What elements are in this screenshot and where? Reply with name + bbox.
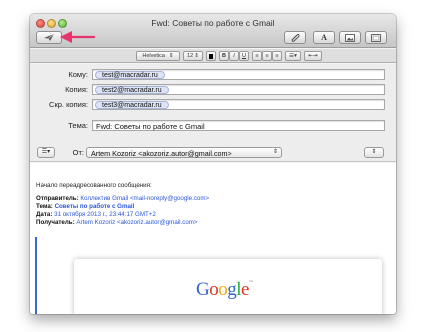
window-title: Fwd: Советы по работе с Gmail — [151, 18, 275, 28]
subject-field[interactable]: Fwd: Советы по работе с Gmail — [92, 120, 385, 131]
subject-label: Тема: — [68, 121, 88, 130]
bold-button[interactable]: B — [219, 51, 229, 61]
from-label: От: — [72, 148, 84, 157]
message-body[interactable]: Начало переадресованного сообщения: Отпр… — [30, 163, 396, 314]
chevron-updown-icon: ⇕ — [194, 53, 199, 59]
from-select[interactable]: Artem Kozoriz <akozoriz.autor@gmail.com>… — [86, 147, 282, 158]
align-left-button[interactable]: ≡ — [252, 51, 262, 61]
align-center-button[interactable]: ≡ — [262, 51, 272, 61]
indent-button[interactable]: ⇤⇥ — [304, 51, 322, 61]
indent-icon: ⇤⇥ — [308, 53, 318, 59]
compose-window: Fwd: Советы по работе с Gmail A Helvetic… — [30, 14, 396, 314]
fonts-button[interactable]: A — [313, 31, 335, 44]
align-center-icon: ≡ — [265, 53, 269, 59]
stationery-button[interactable] — [365, 31, 387, 44]
quote-bar — [35, 237, 37, 314]
sender-value[interactable]: Коллектив Gmail <mail-noreply@google.com… — [80, 195, 209, 202]
google-logo: Google™ — [196, 279, 253, 300]
date-value: 31 октября 2013 г., 23:44:17 GMT+2 — [54, 211, 156, 218]
cc-field[interactable]: test2@macradar.ru — [92, 84, 385, 95]
photo-browser-button[interactable] — [339, 31, 361, 44]
bcc-label: Скр. копия: — [49, 100, 88, 109]
recipient-token[interactable]: test@macradar.ru — [95, 71, 165, 79]
attach-button[interactable] — [284, 31, 306, 44]
titlebar: Fwd: Советы по работе с Gmail A — [30, 14, 396, 48]
from-value: Artem Kozoriz <akozoriz.autor@gmail.com> — [91, 149, 232, 158]
forwarded-headers: Отправитель: Коллектив Gmail <mail-norep… — [36, 195, 209, 227]
bcc-field[interactable]: test3@macradar.ru — [92, 99, 385, 110]
recipient-token[interactable]: test3@macradar.ru — [95, 101, 169, 109]
paper-plane-icon — [44, 33, 55, 41]
cc-label: Копия: — [65, 85, 88, 94]
align-right-icon: ≡ — [275, 53, 279, 59]
font-name-label: Helvetica — [142, 53, 165, 59]
recipient-token[interactable]: test2@macradar.ru — [95, 86, 169, 94]
recipient-value[interactable]: Artem Kozoriz <akozoriz.autor@gmail.com> — [76, 219, 197, 226]
chevron-updown-icon: ⇕ — [169, 53, 174, 59]
signature-select[interactable]: ⇕ — [364, 147, 384, 158]
sender-label: Отправитель: — [36, 195, 79, 202]
header-fields: Кому: test@macradar.ru Копия: test2@macr… — [30, 64, 396, 162]
color-swatch-icon — [209, 53, 213, 59]
font-name-select[interactable]: Helvetica ⇕ — [136, 51, 180, 61]
paperclip-icon — [291, 34, 300, 42]
fwd-subject-label: Тема: — [36, 203, 53, 210]
text-color-button[interactable] — [206, 51, 216, 61]
date-line: Дата: 31 октября 2013 г., 23:44:17 GMT+2 — [36, 211, 209, 219]
forward-intro: Начало переадресованного сообщения: — [36, 182, 152, 189]
list-style-button[interactable]: ☰▾ — [285, 51, 301, 61]
google-email-card: Google™ — [74, 259, 382, 314]
sender-line: Отправитель: Коллектив Gmail <mail-norep… — [36, 195, 209, 203]
underline-button[interactable]: U — [239, 51, 249, 61]
minimize-window-button[interactable] — [47, 19, 56, 28]
to-label: Кому: — [68, 70, 88, 79]
zoom-window-button[interactable] — [58, 19, 67, 28]
fwd-subject-value: Советы по работе с Gmail — [54, 203, 135, 210]
font-size-select[interactable]: 12 ⇕ — [183, 51, 203, 61]
photo-browser-icon — [345, 33, 355, 42]
align-right-button[interactable]: ≡ — [272, 51, 282, 61]
close-window-button[interactable] — [36, 19, 45, 28]
send-button[interactable] — [36, 31, 62, 44]
italic-button[interactable]: I — [229, 51, 239, 61]
subject-line: Тема: Советы по работе с Gmail — [36, 203, 209, 211]
bullet-list-icon: ☰▾ — [289, 53, 297, 59]
subject-value: Fwd: Советы по работе с Gmail — [96, 122, 205, 131]
recipient-label: Получатель: — [36, 219, 75, 226]
date-label: Дата: — [36, 211, 53, 218]
recipient-line: Получатель: Artem Kozoriz <akozoriz.auto… — [36, 219, 209, 227]
font-size-label: 12 — [187, 53, 194, 59]
stationery-icon — [371, 33, 381, 42]
format-bar: Helvetica ⇕ 12 ⇕ B I U ≡ ≡ ≡ ☰▾ ⇤⇥ — [30, 49, 396, 63]
chevron-updown-icon: ⇕ — [272, 149, 278, 155]
chevron-updown-icon: ⇕ — [371, 149, 377, 155]
align-left-icon: ≡ — [255, 53, 259, 59]
to-field[interactable]: test@macradar.ru — [92, 69, 385, 80]
